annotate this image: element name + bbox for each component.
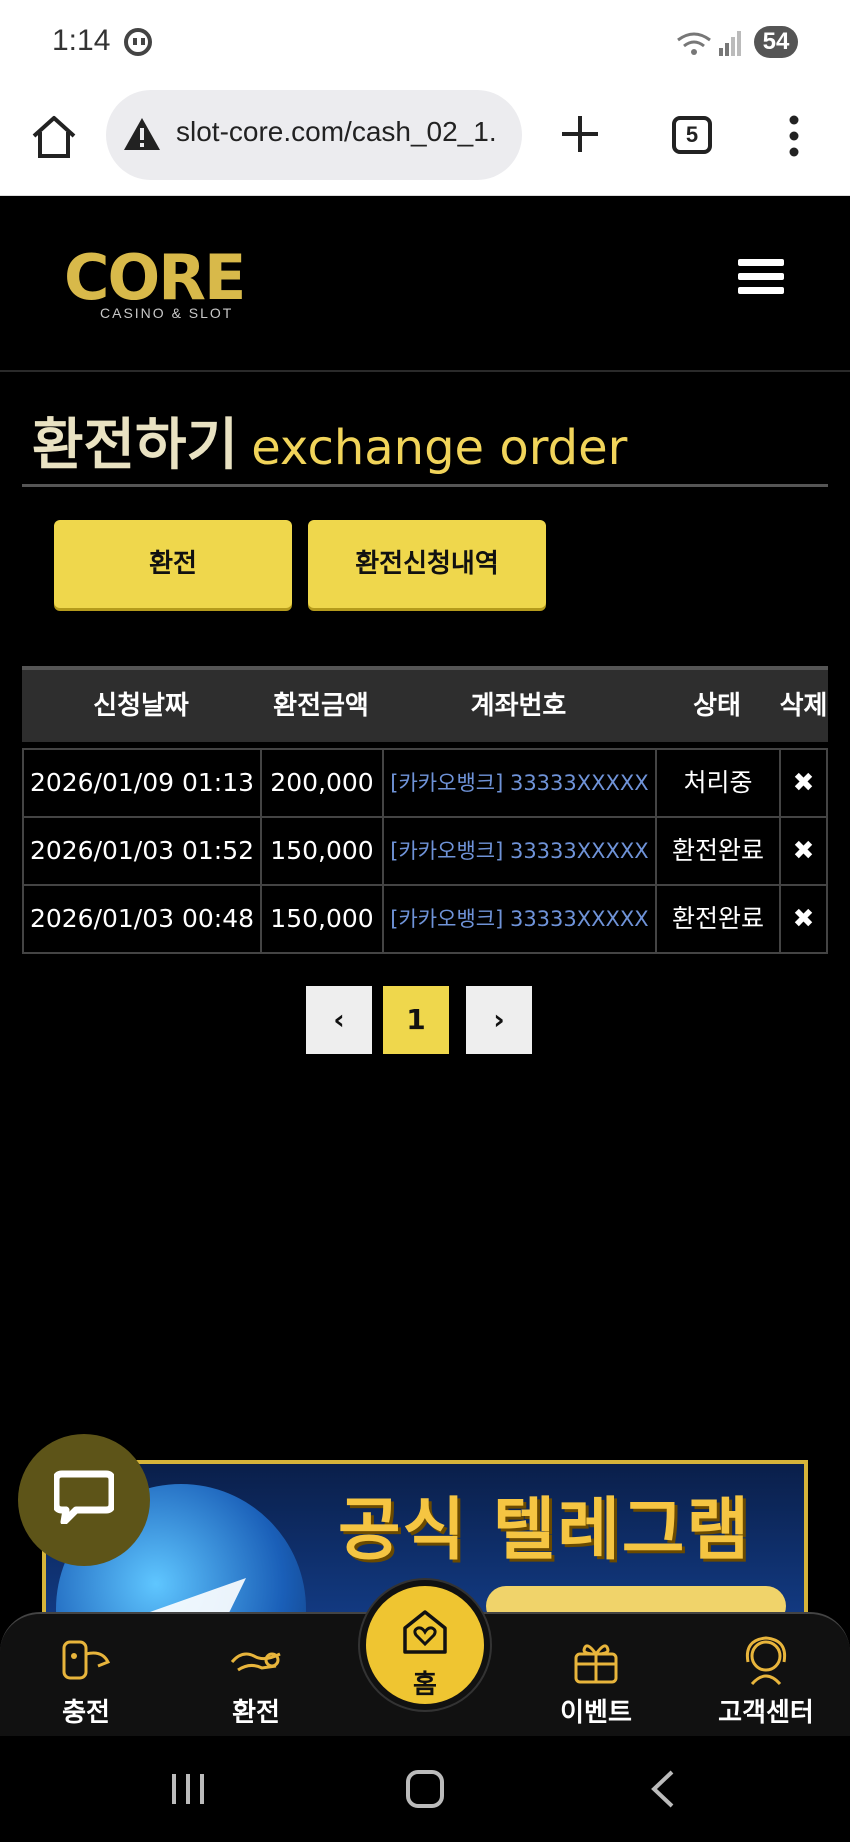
home-heart-icon [403, 1610, 447, 1654]
nav-charge[interactable]: 충전 [16, 1614, 156, 1738]
title-divider [22, 484, 828, 487]
delete-cell: ✖ [779, 886, 828, 952]
notification-app-icon [124, 28, 152, 56]
row-status: 환전완료 [655, 818, 779, 884]
table-body: 2026/01/09 01:13 200,000 [카카오뱅크] 33333XX… [22, 748, 828, 954]
back-icon[interactable] [648, 1768, 678, 1810]
banner-title: 공식 텔레그램 [338, 1491, 752, 1570]
system-home-icon[interactable] [406, 1770, 444, 1808]
exchange-history-button[interactable]: 환전신청내역 [308, 520, 546, 608]
row-account: [카카오뱅크] 33333XXXXX [382, 886, 655, 952]
page-title-english: exchange order [251, 420, 628, 476]
page-1-button[interactable]: 1 [383, 986, 449, 1054]
more-options-icon[interactable] [788, 114, 800, 158]
row-status: 환전완료 [655, 886, 779, 952]
delete-cell: ✖ [779, 818, 828, 884]
exchange-button[interactable]: 환전 [54, 520, 292, 608]
tab-switcher-button[interactable]: 5 [672, 116, 712, 154]
page-title-korean: 환전하기 [32, 413, 239, 478]
row-account: [카카오뱅크] 33333XXXXX [382, 818, 655, 884]
nav-home-label: 홈 [413, 1670, 437, 1700]
header-delete: 삭제 [779, 691, 828, 721]
site-header: CORE CASINO & SLOT [0, 197, 850, 372]
header-status: 상태 [693, 691, 741, 721]
hamburger-menu-icon[interactable] [738, 259, 784, 299]
row-date: 2026/01/03 01:52 [22, 818, 260, 884]
nav-support-label: 고객센터 [718, 1698, 814, 1728]
table-header: 신청날짜 환전금액 계좌번호 상태 삭제 [22, 666, 828, 742]
delete-cell: ✖ [779, 750, 828, 816]
row-date: 2026/01/03 00:48 [22, 886, 260, 952]
nav-home-button[interactable]: 홈 [360, 1580, 490, 1710]
wifi-icon [677, 32, 711, 55]
browser-toolbar: slot-core.com/cash_02_1. 5 [0, 84, 850, 196]
nav-event[interactable]: 이벤트 [526, 1614, 666, 1738]
nav-exchange-label: 환전 [232, 1698, 280, 1728]
row-account: [카카오뱅크] 33333XXXXX [382, 750, 655, 816]
warning-icon[interactable] [122, 116, 162, 152]
row-status: 처리중 [655, 750, 779, 816]
recent-apps-icon[interactable] [170, 1772, 206, 1806]
prev-page-button[interactable]: ‹ [306, 986, 372, 1054]
signal-icon [719, 31, 741, 56]
delete-icon[interactable]: ✖ [793, 836, 815, 866]
page-title: 환전하기 exchange order [32, 400, 627, 481]
status-time: 1:14 [52, 24, 111, 57]
row-amount: 200,000 [260, 750, 382, 816]
table-row: 2026/01/09 01:13 200,000 [카카오뱅크] 33333XX… [22, 750, 828, 818]
row-amount: 150,000 [260, 818, 382, 884]
header-date: 신청날짜 [93, 691, 189, 721]
table-row: 2026/01/03 01:52 150,000 [카카오뱅크] 33333XX… [22, 818, 828, 886]
new-tab-icon[interactable] [558, 112, 602, 156]
exchange-history-table: 신청날짜 환전금액 계좌번호 상태 삭제 2026/01/09 01:13 20… [22, 666, 828, 954]
row-date: 2026/01/09 01:13 [22, 750, 260, 816]
browser-home-icon[interactable] [28, 110, 80, 162]
delete-icon[interactable]: ✖ [793, 768, 815, 798]
nav-event-label: 이벤트 [560, 1698, 632, 1728]
system-navigation-bar [0, 1736, 850, 1842]
battery-indicator: 54 [754, 26, 798, 58]
headset-icon [745, 1636, 787, 1686]
address-bar[interactable]: slot-core.com/cash_02_1. [106, 90, 522, 180]
logo-subtitle: CASINO & SLOT [100, 305, 234, 321]
url-text: slot-core.com/cash_02_1. [176, 116, 497, 147]
table-row: 2026/01/03 00:48 150,000 [카카오뱅크] 33333XX… [22, 886, 828, 954]
nav-exchange[interactable]: 환전 [186, 1614, 326, 1738]
live-chat-button[interactable] [18, 1434, 150, 1566]
nav-support[interactable]: 고객센터 [696, 1614, 836, 1738]
logo-text: CORE [64, 241, 246, 314]
header-amount: 환전금액 [273, 691, 369, 721]
status-bar: 1:14 54 [0, 0, 850, 84]
chat-bubble-icon [54, 1470, 114, 1524]
gift-icon [574, 1644, 618, 1684]
next-page-button[interactable]: › [466, 986, 532, 1054]
delete-icon[interactable]: ✖ [793, 904, 815, 934]
charge-icon [62, 1640, 111, 1680]
nav-charge-label: 충전 [62, 1698, 110, 1728]
core-logo[interactable]: CORE CASINO & SLOT [64, 243, 274, 323]
exchange-icon [230, 1652, 281, 1672]
header-account: 계좌번호 [470, 691, 567, 721]
row-amount: 150,000 [260, 886, 382, 952]
